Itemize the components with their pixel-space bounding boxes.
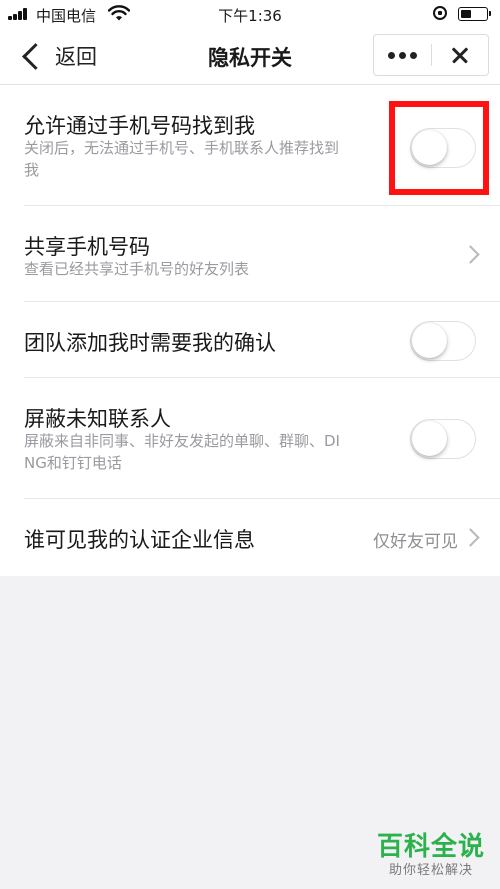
setting-title: 团队添加我时需要我的确认: [24, 331, 276, 355]
setting-block-unknown: 屏蔽未知联系人 屏蔽来自非同事、非好友发起的单聊、群聊、DI NG和钉钉电话: [24, 378, 500, 499]
setting-title: 共享手机号码: [24, 235, 150, 259]
watermark-logo: 百科全说 助你轻松解决: [371, 824, 491, 880]
setting-title: 谁可见我的认证企业信息: [24, 528, 255, 552]
chevron-right-icon: [461, 245, 480, 264]
setting-value: 仅好友可见: [373, 532, 458, 552]
setting-title: 屏蔽未知联系人: [24, 407, 171, 431]
setting-description: 屏蔽来自非同事、非好友发起的单聊、群聊、DI: [24, 432, 340, 450]
toggle-knob: [412, 421, 447, 456]
status-time: 下午1:36: [218, 7, 282, 25]
close-icon[interactable]: [431, 35, 488, 75]
setting-team-add-confirm: 团队添加我时需要我的确认: [24, 302, 500, 378]
setting-description: 查看已经共享过手机号的好友列表: [24, 260, 250, 278]
battery-icon: [458, 7, 491, 21]
nav-bar: 返回 隐私开关: [0, 28, 500, 85]
setting-description: 关闭后，无法通过手机号、手机联系人推荐找到: [24, 139, 340, 157]
setting-share-phone[interactable]: 共享手机号码 查看已经共享过手机号的好友列表: [24, 206, 500, 302]
watermark-subtitle: 助你轻松解决: [388, 863, 473, 878]
mini-program-capsule: [373, 34, 489, 76]
setting-description: NG和钉钉电话: [24, 454, 122, 472]
status-bar: 中国电信 下午1:36: [0, 0, 500, 28]
team-add-confirm-toggle[interactable]: [410, 321, 476, 361]
chevron-right-icon: [461, 528, 480, 547]
block-unknown-toggle[interactable]: [410, 419, 476, 459]
watermark-title: 百科全说: [376, 832, 485, 862]
setting-cert-visibility[interactable]: 谁可见我的认证企业信息 仅好友可见: [24, 499, 500, 576]
toggle-knob: [412, 323, 447, 358]
setting-description: 我: [24, 161, 40, 179]
setting-title: 允许通过手机号码找到我: [24, 114, 255, 138]
highlight-box: [389, 101, 489, 195]
more-dots-icon[interactable]: [374, 35, 431, 75]
rotation-lock-icon: [433, 6, 447, 20]
battery-fill: [461, 10, 471, 18]
